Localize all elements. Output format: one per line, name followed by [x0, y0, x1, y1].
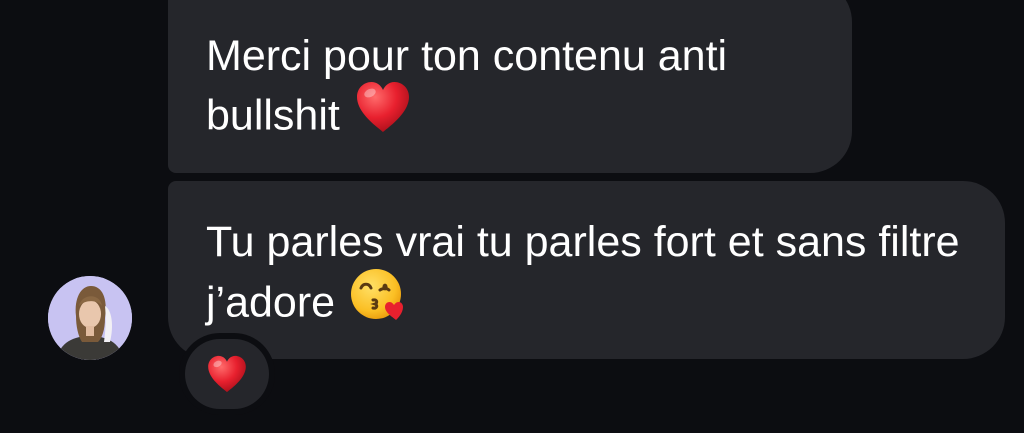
face-blowing-kiss-icon [349, 266, 407, 336]
chat-thread: Merci pour ton contenu anti bullshit Tu … [0, 0, 1024, 433]
user-photo-icon [48, 276, 132, 360]
reaction-pill [185, 339, 269, 409]
avatar[interactable] [48, 276, 132, 360]
reaction-badge[interactable] [179, 333, 275, 415]
message-bubble[interactable]: Tu parles vrai tu parles fort et sans fi… [168, 181, 1005, 359]
message-text: Merci pour ton contenu anti bullshit [206, 32, 728, 140]
message-bubble[interactable]: Merci pour ton contenu anti bullshit [168, 0, 852, 173]
message-text: Tu parles vrai tu parles fort et sans fi… [206, 218, 960, 327]
red-heart-icon [354, 80, 412, 148]
red-heart-icon [208, 355, 246, 393]
